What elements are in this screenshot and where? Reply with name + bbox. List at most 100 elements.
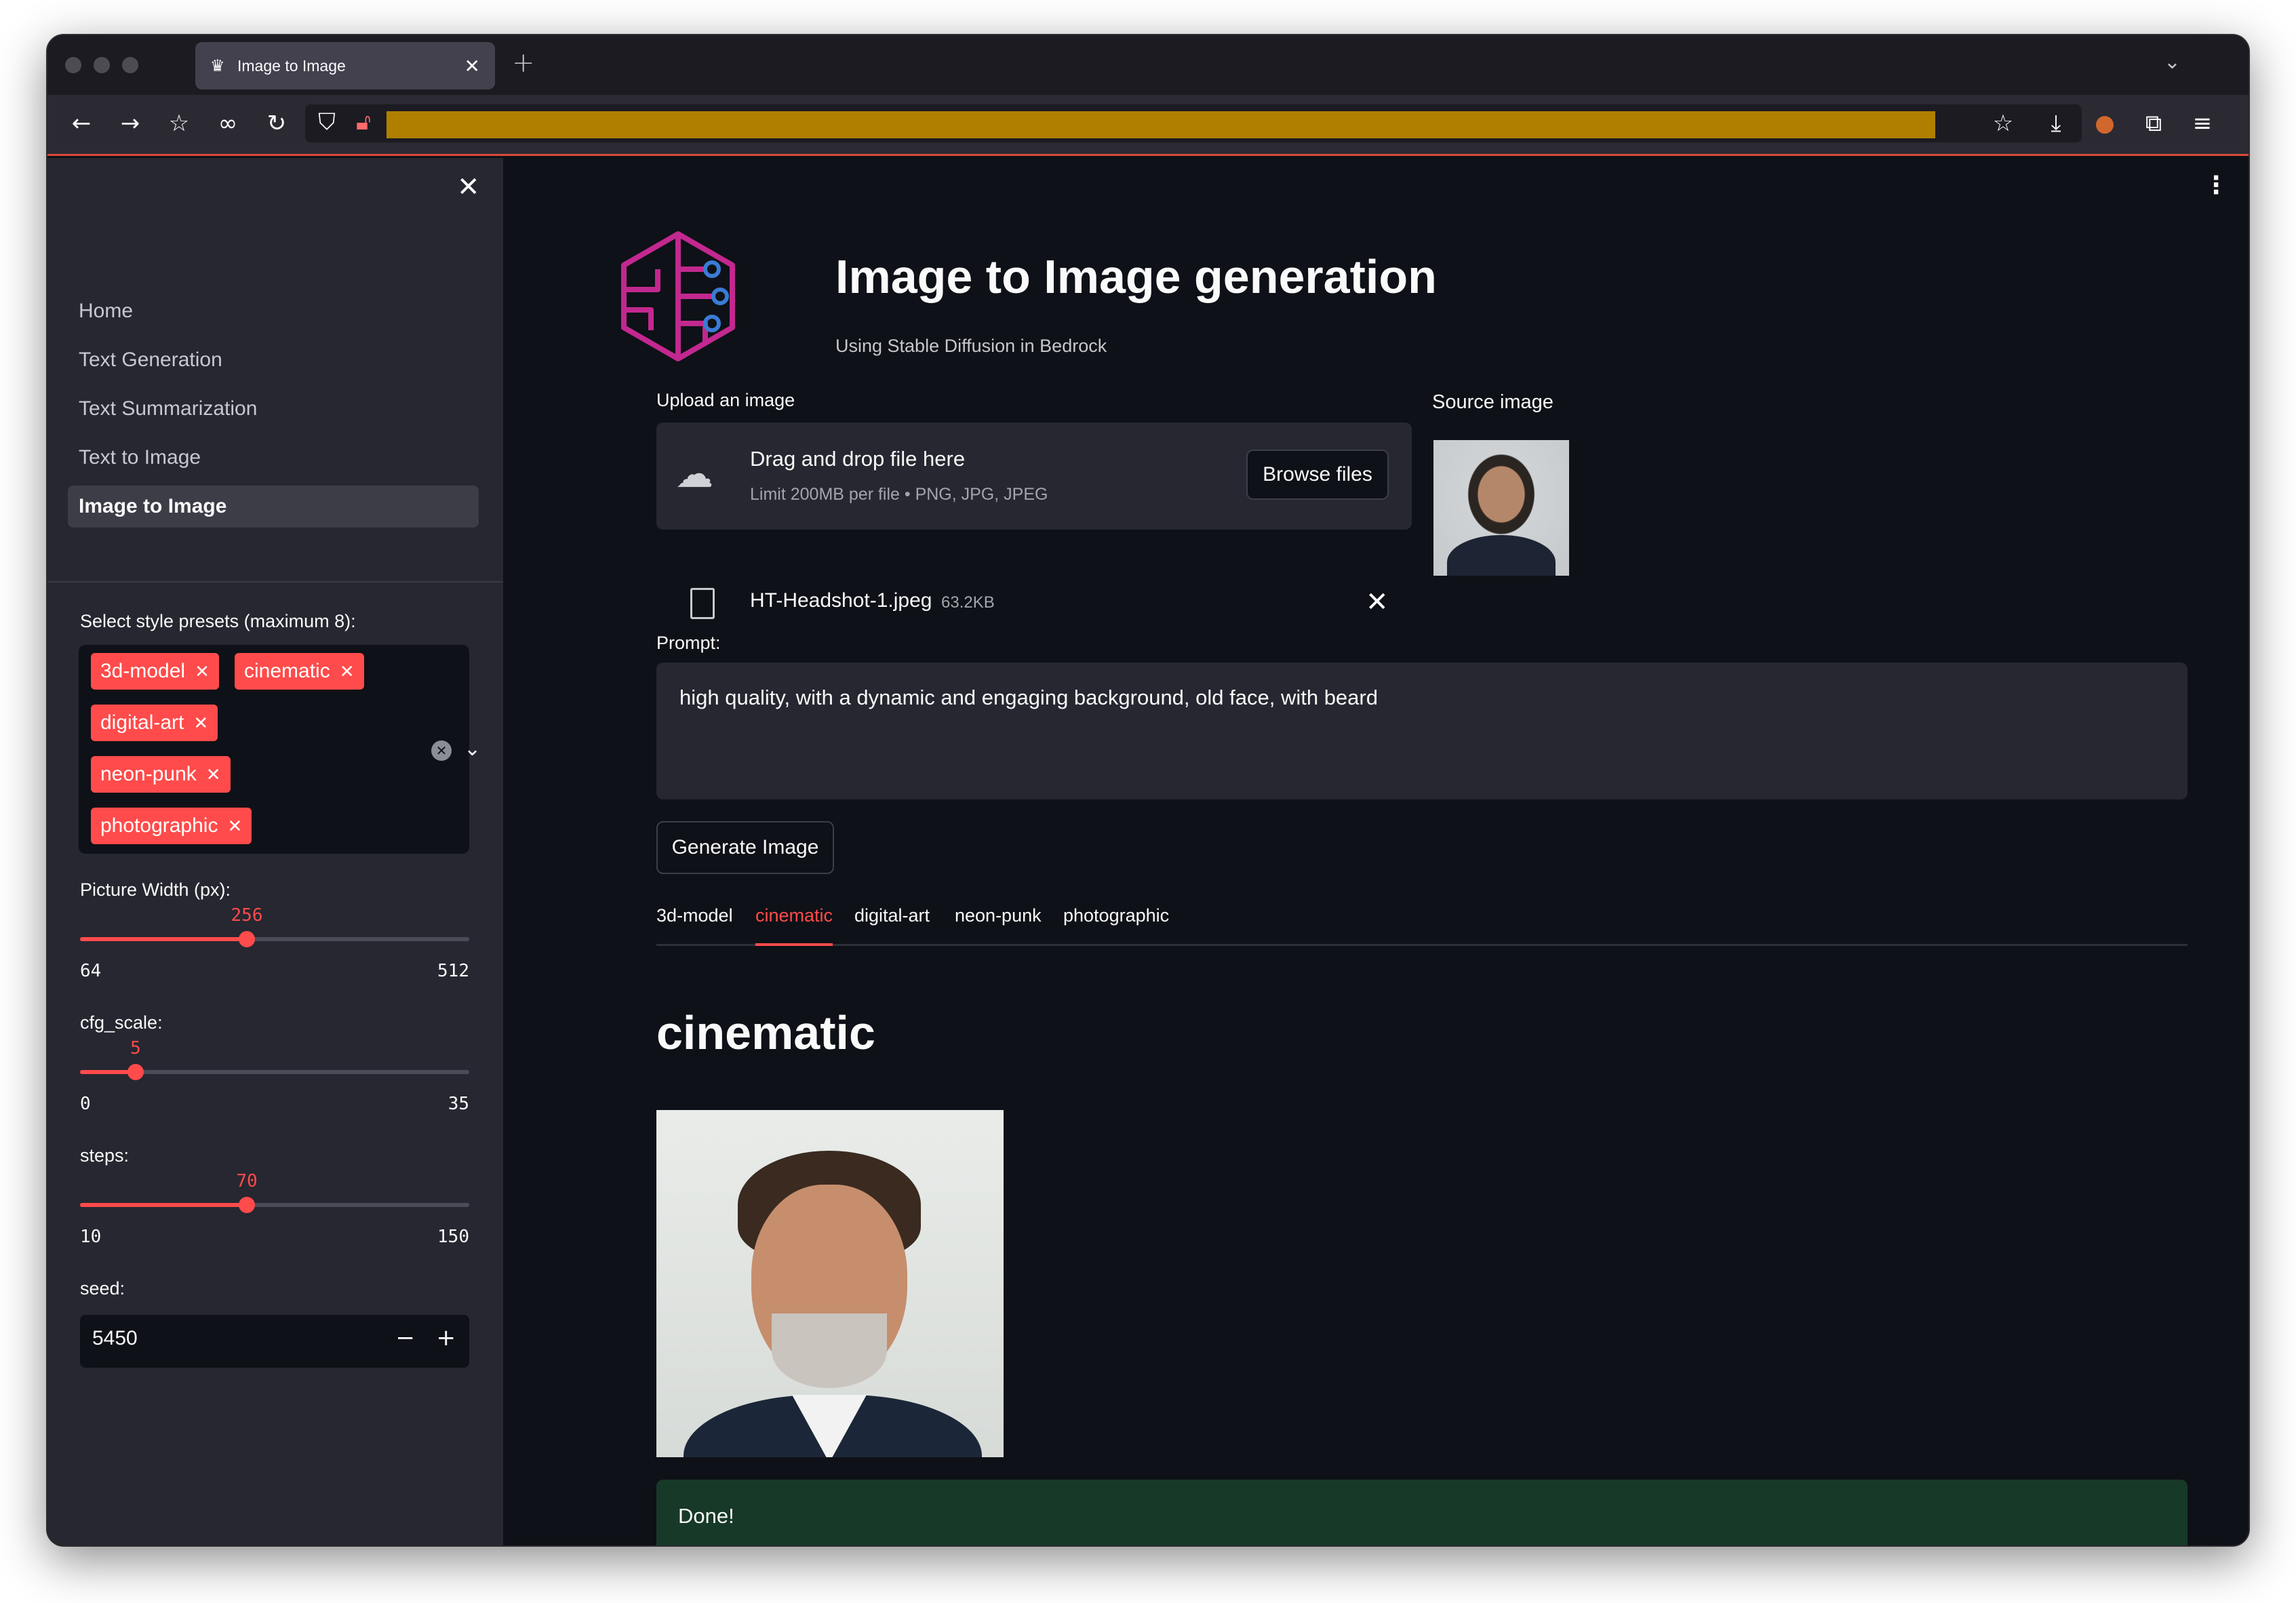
cfg-scale-label: cfg_scale: bbox=[80, 1012, 163, 1033]
menu-hamburger-icon[interactable]: ≡ bbox=[2188, 110, 2217, 137]
steps-max: 150 bbox=[437, 1227, 469, 1247]
cfg-scale-thumb[interactable] bbox=[127, 1064, 144, 1080]
chip-photographic[interactable]: photographic ✕ bbox=[91, 808, 252, 844]
remove-chip-icon[interactable]: ✕ bbox=[195, 661, 210, 681]
seed-value[interactable]: 5450 bbox=[92, 1327, 138, 1350]
width-slider-value: 256 bbox=[231, 905, 263, 926]
generate-image-button[interactable]: Generate Image bbox=[656, 821, 834, 874]
chip-label: digital-art bbox=[100, 711, 184, 734]
chevron-down-icon[interactable]: ⌄ bbox=[464, 737, 481, 761]
dropzone-limit: Limit 200MB per file • PNG, JPG, JPEG bbox=[750, 485, 1048, 504]
sidebar-divider bbox=[47, 581, 503, 582]
more-vertical-icon[interactable]: ⋮ bbox=[2204, 172, 2228, 199]
sidebar-item-image-to-image[interactable]: Image to Image bbox=[68, 486, 479, 528]
increment-button[interactable]: + bbox=[437, 1324, 456, 1351]
plus-icon[interactable]: + bbox=[512, 47, 535, 79]
seed-number-input[interactable]: 5450 − + bbox=[80, 1315, 469, 1368]
source-image bbox=[1433, 440, 1569, 576]
remove-file-icon[interactable]: ✕ bbox=[1366, 587, 1389, 618]
steps-thumb[interactable] bbox=[239, 1197, 256, 1213]
steps-fill bbox=[80, 1203, 248, 1207]
decrement-button[interactable]: − bbox=[396, 1324, 416, 1351]
sidebar-item-text-generation[interactable]: Text Generation bbox=[68, 339, 479, 381]
close-tab-icon[interactable]: ✕ bbox=[464, 55, 480, 77]
result-heading: cinematic bbox=[656, 1006, 875, 1059]
sidebar-item-home[interactable]: Home bbox=[68, 290, 479, 332]
uploaded-file-name: HT-Headshot-1.jpeg bbox=[750, 589, 932, 612]
upload-label: Upload an image bbox=[656, 390, 795, 410]
success-message: Done! bbox=[678, 1504, 734, 1528]
width-slider-label: Picture Width (px): bbox=[80, 879, 231, 900]
style-tabs: 3d-model cinematic digital-art neon-punk… bbox=[656, 905, 2188, 946]
tab-3d-model[interactable]: 3d-model bbox=[656, 905, 733, 946]
chip-label: 3d-model bbox=[100, 660, 186, 682]
prompt-textarea[interactable]: high quality, with a dynamic and engagin… bbox=[656, 662, 2188, 799]
dropzone-instructions: Drag and drop file here bbox=[750, 447, 966, 471]
shield-icon[interactable]: ⛉ bbox=[312, 108, 342, 136]
reload-icon[interactable]: ↻ bbox=[262, 110, 292, 137]
tab-bar: ♛ Image to Image ✕ + ⌄ bbox=[47, 35, 2249, 95]
close-window-button[interactable] bbox=[65, 57, 81, 73]
chip-cinematic[interactable]: cinematic ✕ bbox=[235, 653, 364, 690]
lock-icon[interactable]: 🔓︎ bbox=[349, 108, 378, 136]
prompt-label: Prompt: bbox=[656, 633, 721, 653]
chevron-down-icon[interactable]: ⌄ bbox=[2164, 50, 2181, 74]
seed-label: seed: bbox=[80, 1278, 125, 1299]
tab-digital-art[interactable]: digital-art bbox=[854, 905, 930, 946]
chip-label: photographic bbox=[100, 814, 218, 837]
chip-label: neon-punk bbox=[100, 763, 197, 785]
remove-chip-icon[interactable]: ✕ bbox=[206, 764, 221, 785]
remove-chip-icon[interactable]: ✕ bbox=[193, 713, 208, 733]
extensions-puzzle-icon[interactable]: ⧉ bbox=[2139, 110, 2169, 137]
source-image-label: Source image bbox=[1432, 391, 1553, 413]
width-slider-thumb[interactable] bbox=[239, 931, 256, 947]
remove-chip-icon[interactable]: ✕ bbox=[227, 816, 242, 836]
success-alert: Done! bbox=[656, 1480, 2188, 1545]
forward-arrow-icon[interactable]: → bbox=[115, 110, 145, 137]
tab-cinematic[interactable]: cinematic bbox=[755, 905, 833, 946]
main-content: ⋮ Image to Image generation Using Stable… bbox=[503, 158, 2249, 1545]
page-title: Image to Image generation bbox=[835, 250, 1437, 303]
sidebar-item-text-summarization[interactable]: Text Summarization bbox=[68, 388, 479, 430]
chip-neon-punk[interactable]: neon-punk ✕ bbox=[91, 756, 231, 793]
cloud-upload-icon: ☁ bbox=[675, 452, 713, 496]
cfg-scale-value: 5 bbox=[130, 1038, 141, 1058]
pocket-icon[interactable]: ☆ bbox=[164, 110, 194, 137]
extension-badge-icon[interactable]: ● bbox=[2090, 110, 2120, 137]
width-slider[interactable] bbox=[80, 931, 469, 947]
steps-value: 70 bbox=[236, 1171, 258, 1191]
file-dropzone[interactable]: ☁ Drag and drop file here Limit 200MB pe… bbox=[656, 422, 1412, 530]
steps-min: 10 bbox=[80, 1227, 102, 1247]
clear-all-icon[interactable]: ✕ bbox=[431, 740, 452, 761]
navigation-bar: ← → ☆ ∞ ↻ ⛉ 🔓︎ ☆ ⤓ ● ⧉ ≡ bbox=[47, 95, 2249, 156]
tab-neon-punk[interactable]: neon-punk bbox=[955, 905, 1042, 946]
generated-image bbox=[656, 1110, 1004, 1457]
cfg-scale-slider[interactable] bbox=[80, 1064, 469, 1080]
cfg-scale-min: 0 bbox=[80, 1094, 91, 1114]
minimize-window-button[interactable] bbox=[94, 57, 110, 73]
style-presets-multiselect[interactable]: 3d-model ✕ cinematic ✕ digital-art ✕ neon-p… bbox=[79, 645, 481, 854]
window-controls bbox=[65, 57, 138, 73]
sidebar-item-text-to-image[interactable]: Text to Image bbox=[68, 437, 479, 479]
download-icon[interactable]: ⤓ bbox=[2041, 110, 2071, 137]
private-mask-icon[interactable]: ∞ bbox=[213, 110, 243, 137]
url-redacted-bar bbox=[387, 111, 1935, 138]
browser-tab[interactable]: ♛ Image to Image ✕ bbox=[195, 42, 495, 90]
browser-window: ♛ Image to Image ✕ + ⌄ ← → ☆ ∞ ↻ ⛉ 🔓︎ ☆ … bbox=[46, 34, 2250, 1547]
browse-files-button[interactable]: Browse files bbox=[1246, 450, 1389, 500]
bookmark-star-icon[interactable]: ☆ bbox=[1988, 110, 2018, 137]
chip-digital-art[interactable]: digital-art ✕ bbox=[91, 705, 218, 741]
maximize-window-button[interactable] bbox=[122, 57, 138, 73]
tab-photographic[interactable]: photographic bbox=[1063, 905, 1169, 946]
chip-3d-model[interactable]: 3d-model ✕ bbox=[91, 653, 219, 690]
streamlit-crown-icon: ♛ bbox=[210, 56, 225, 75]
remove-chip-icon[interactable]: ✕ bbox=[340, 661, 355, 681]
prompt-text[interactable]: high quality, with a dynamic and engagin… bbox=[679, 686, 1378, 710]
uploaded-file-size: 63.2KB bbox=[941, 593, 995, 612]
steps-slider[interactable] bbox=[80, 1197, 469, 1213]
chip-label: cinematic bbox=[244, 660, 330, 682]
close-sidebar-icon[interactable]: ✕ bbox=[457, 172, 480, 203]
back-arrow-icon[interactable]: ← bbox=[66, 110, 96, 137]
page-subtitle: Using Stable Diffusion in Bedrock bbox=[835, 336, 1107, 356]
file-icon bbox=[690, 588, 715, 619]
